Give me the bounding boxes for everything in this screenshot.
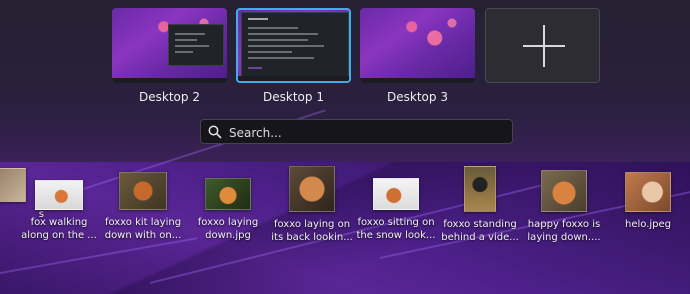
file-thumbnail [464, 166, 496, 212]
file-name: foxxo laying on its back lookin... [271, 219, 353, 243]
taskbar-preview [238, 76, 349, 81]
taskbar-preview [112, 78, 227, 83]
desktop-1-label: Desktop 1 [263, 90, 324, 104]
desktop-1-thumbnail[interactable] [236, 8, 351, 83]
file-item[interactable]: foxxo kit laying down with on... [102, 168, 184, 242]
file-name: fox walking along on the ... [21, 217, 97, 241]
desktop-2-label: Desktop 2 [139, 90, 200, 104]
file-thumbnail [119, 172, 167, 210]
file-item[interactable]: foxxo sitting on the snow look... [355, 168, 437, 242]
file-name: foxxo sitting on the snow look... [356, 217, 436, 241]
search-icon [208, 125, 222, 139]
file-name: happy foxxo is laying down.... [527, 219, 601, 243]
file-thumbnail [289, 166, 335, 212]
file-item[interactable]: fox walking along on the ... [18, 168, 100, 242]
file-name: foxxo kit laying down with on... [104, 217, 182, 241]
desktop-3-thumbnail[interactable] [360, 8, 475, 83]
window-preview [168, 24, 224, 66]
search-input[interactable] [227, 123, 511, 143]
file-item[interactable]: foxxo laying down.jpg [187, 168, 269, 242]
file-thumbnail [205, 178, 251, 210]
desktop-2-thumbnail[interactable] [112, 8, 227, 83]
file-item[interactable]: happy foxxo is laying down.... [523, 168, 605, 244]
file-item[interactable]: foxxo laying on its back lookin... [271, 166, 353, 244]
file-name: foxxo laying down.jpg [197, 217, 259, 241]
search-box[interactable] [200, 119, 513, 144]
file-item[interactable]: helo.jpeg [607, 168, 689, 231]
file-thumbnail [373, 178, 419, 210]
file-name: foxxo standing behind a vide... [441, 219, 519, 243]
window-preview [241, 12, 349, 78]
file-thumbnail [625, 172, 671, 212]
desktop-3-label: Desktop 3 [387, 90, 448, 104]
file-thumbnail [541, 170, 587, 212]
taskbar-preview [360, 78, 475, 83]
file-name: helo.jpeg [624, 219, 671, 230]
add-desktop-button[interactable] [485, 8, 600, 83]
file-thumbnail [35, 180, 83, 210]
file-item[interactable]: foxxo standing behind a vide... [439, 166, 521, 244]
